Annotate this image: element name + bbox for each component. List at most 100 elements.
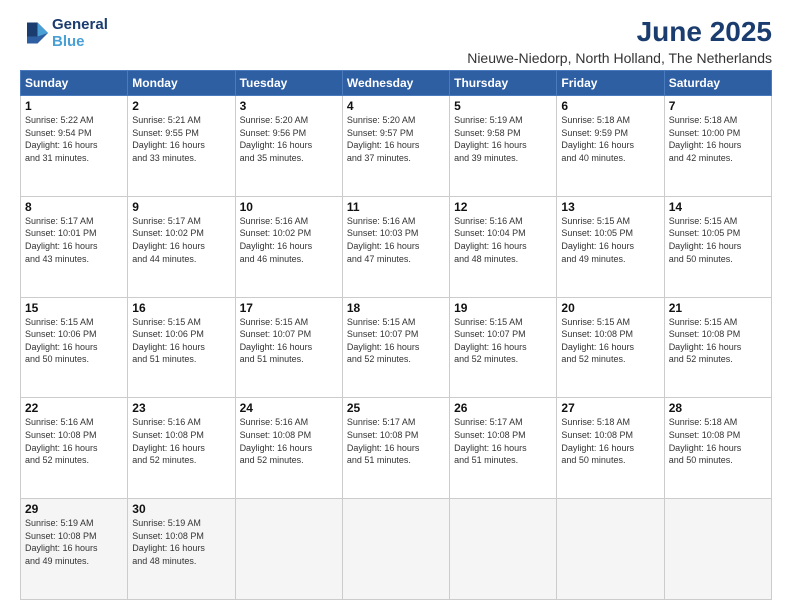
day-detail: Sunrise: 5:15 AM Sunset: 10:08 PM Daylig… xyxy=(669,316,767,366)
day-number: 5 xyxy=(454,99,552,113)
day-number: 3 xyxy=(240,99,338,113)
calendar-week-row: 29Sunrise: 5:19 AM Sunset: 10:08 PM Dayl… xyxy=(21,499,772,600)
day-detail: Sunrise: 5:16 AM Sunset: 10:03 PM Daylig… xyxy=(347,215,445,265)
day-detail: Sunrise: 5:16 AM Sunset: 10:08 PM Daylig… xyxy=(25,416,123,466)
day-detail: Sunrise: 5:15 AM Sunset: 10:05 PM Daylig… xyxy=(669,215,767,265)
day-number: 23 xyxy=(132,401,230,415)
calendar-cell: 16Sunrise: 5:15 AM Sunset: 10:06 PM Dayl… xyxy=(128,297,235,398)
subtitle: Nieuwe-Niedorp, North Holland, The Nethe… xyxy=(467,50,772,66)
calendar-cell: 3Sunrise: 5:20 AM Sunset: 9:56 PM Daylig… xyxy=(235,96,342,197)
day-number: 19 xyxy=(454,301,552,315)
day-detail: Sunrise: 5:19 AM Sunset: 10:08 PM Daylig… xyxy=(25,517,123,567)
day-detail: Sunrise: 5:18 AM Sunset: 9:59 PM Dayligh… xyxy=(561,114,659,164)
day-number: 7 xyxy=(669,99,767,113)
calendar-cell: 18Sunrise: 5:15 AM Sunset: 10:07 PM Dayl… xyxy=(342,297,449,398)
calendar-cell: 21Sunrise: 5:15 AM Sunset: 10:08 PM Dayl… xyxy=(664,297,771,398)
day-number: 15 xyxy=(25,301,123,315)
day-detail: Sunrise: 5:16 AM Sunset: 10:08 PM Daylig… xyxy=(132,416,230,466)
calendar-cell: 26Sunrise: 5:17 AM Sunset: 10:08 PM Dayl… xyxy=(450,398,557,499)
day-detail: Sunrise: 5:17 AM Sunset: 10:01 PM Daylig… xyxy=(25,215,123,265)
calendar-cell: 5Sunrise: 5:19 AM Sunset: 9:58 PM Daylig… xyxy=(450,96,557,197)
calendar-cell: 27Sunrise: 5:18 AM Sunset: 10:08 PM Dayl… xyxy=(557,398,664,499)
day-detail: Sunrise: 5:15 AM Sunset: 10:05 PM Daylig… xyxy=(561,215,659,265)
day-number: 4 xyxy=(347,99,445,113)
day-number: 2 xyxy=(132,99,230,113)
day-detail: Sunrise: 5:18 AM Sunset: 10:00 PM Daylig… xyxy=(669,114,767,164)
day-detail: Sunrise: 5:15 AM Sunset: 10:07 PM Daylig… xyxy=(454,316,552,366)
title-block: June 2025 Nieuwe-Niedorp, North Holland,… xyxy=(467,16,772,66)
day-number: 17 xyxy=(240,301,338,315)
calendar-cell: 29Sunrise: 5:19 AM Sunset: 10:08 PM Dayl… xyxy=(21,499,128,600)
day-detail: Sunrise: 5:19 AM Sunset: 10:08 PM Daylig… xyxy=(132,517,230,567)
calendar-cell xyxy=(557,499,664,600)
calendar-week-row: 8Sunrise: 5:17 AM Sunset: 10:01 PM Dayli… xyxy=(21,196,772,297)
day-number: 27 xyxy=(561,401,659,415)
calendar-cell xyxy=(664,499,771,600)
day-number: 9 xyxy=(132,200,230,214)
day-detail: Sunrise: 5:15 AM Sunset: 10:07 PM Daylig… xyxy=(347,316,445,366)
calendar-cell: 24Sunrise: 5:16 AM Sunset: 10:08 PM Dayl… xyxy=(235,398,342,499)
calendar-cell: 13Sunrise: 5:15 AM Sunset: 10:05 PM Dayl… xyxy=(557,196,664,297)
day-number: 16 xyxy=(132,301,230,315)
day-detail: Sunrise: 5:20 AM Sunset: 9:56 PM Dayligh… xyxy=(240,114,338,164)
day-detail: Sunrise: 5:22 AM Sunset: 9:54 PM Dayligh… xyxy=(25,114,123,164)
calendar-cell: 14Sunrise: 5:15 AM Sunset: 10:05 PM Dayl… xyxy=(664,196,771,297)
day-detail: Sunrise: 5:18 AM Sunset: 10:08 PM Daylig… xyxy=(669,416,767,466)
calendar-cell: 11Sunrise: 5:16 AM Sunset: 10:03 PM Dayl… xyxy=(342,196,449,297)
calendar-cell: 22Sunrise: 5:16 AM Sunset: 10:08 PM Dayl… xyxy=(21,398,128,499)
calendar-cell: 15Sunrise: 5:15 AM Sunset: 10:06 PM Dayl… xyxy=(21,297,128,398)
calendar-cell: 9Sunrise: 5:17 AM Sunset: 10:02 PM Dayli… xyxy=(128,196,235,297)
logo-line1: General xyxy=(52,16,108,33)
weekday-header: Friday xyxy=(557,71,664,96)
weekday-header: Saturday xyxy=(664,71,771,96)
calendar-cell: 12Sunrise: 5:16 AM Sunset: 10:04 PM Dayl… xyxy=(450,196,557,297)
calendar-week-row: 15 Sunrise: 5:15 AM Sunset: 10:06 PM Dayl… xyxy=(21,297,772,398)
day-number: 8 xyxy=(25,200,123,214)
logo-line2: Blue xyxy=(52,33,85,50)
day-number: 24 xyxy=(240,401,338,415)
day-number: 26 xyxy=(454,401,552,415)
calendar-header-row: SundayMondayTuesdayWednesdayThursdayFrid… xyxy=(21,71,772,96)
day-number: 6 xyxy=(561,99,659,113)
day-number: 29 xyxy=(25,502,123,516)
calendar-cell: 20Sunrise: 5:15 AM Sunset: 10:08 PM Dayl… xyxy=(557,297,664,398)
calendar-cell: 6Sunrise: 5:18 AM Sunset: 9:59 PM Daylig… xyxy=(557,96,664,197)
calendar-cell: 30Sunrise: 5:19 AM Sunset: 10:08 PM Dayl… xyxy=(128,499,235,600)
day-detail: Sunrise: 5:16 AM Sunset: 10:02 PM Daylig… xyxy=(240,215,338,265)
calendar-cell xyxy=(342,499,449,600)
calendar-cell xyxy=(450,499,557,600)
day-detail: Sunrise: 5:15 AM Sunset: 10:07 PM Daylig… xyxy=(240,316,338,366)
calendar-cell: 8Sunrise: 5:17 AM Sunset: 10:01 PM Dayli… xyxy=(21,196,128,297)
day-number: 14 xyxy=(669,200,767,214)
weekday-header: Wednesday xyxy=(342,71,449,96)
day-number: 18 xyxy=(347,301,445,315)
calendar-week-row: 22Sunrise: 5:16 AM Sunset: 10:08 PM Dayl… xyxy=(21,398,772,499)
day-number: 22 xyxy=(25,401,123,415)
calendar-cell: 28Sunrise: 5:18 AM Sunset: 10:08 PM Dayl… xyxy=(664,398,771,499)
weekday-header: Monday xyxy=(128,71,235,96)
weekday-header: Thursday xyxy=(450,71,557,96)
day-detail: Sunrise: 5:20 AM Sunset: 9:57 PM Dayligh… xyxy=(347,114,445,164)
calendar-week-row: 1Sunrise: 5:22 AM Sunset: 9:54 PM Daylig… xyxy=(21,96,772,197)
weekday-header: Tuesday xyxy=(235,71,342,96)
calendar-cell: 25Sunrise: 5:17 AM Sunset: 10:08 PM Dayl… xyxy=(342,398,449,499)
day-number: 1 xyxy=(25,99,123,113)
day-number: 13 xyxy=(561,200,659,214)
calendar-cell: 1Sunrise: 5:22 AM Sunset: 9:54 PM Daylig… xyxy=(21,96,128,197)
day-number: 30 xyxy=(132,502,230,516)
header: General Blue June 2025 Nieuwe-Niedorp, N… xyxy=(20,16,772,66)
day-number: 10 xyxy=(240,200,338,214)
calendar-cell: 17Sunrise: 5:15 AM Sunset: 10:07 PM Dayl… xyxy=(235,297,342,398)
calendar-cell: 23Sunrise: 5:16 AM Sunset: 10:08 PM Dayl… xyxy=(128,398,235,499)
day-number: 12 xyxy=(454,200,552,214)
day-detail: Sunrise: 5:19 AM Sunset: 9:58 PM Dayligh… xyxy=(454,114,552,164)
day-detail: Sunrise: 5:15 AM Sunset: 10:06 PM Daylig… xyxy=(132,316,230,366)
main-title: June 2025 xyxy=(467,16,772,48)
logo: General Blue xyxy=(20,16,108,51)
day-number: 21 xyxy=(669,301,767,315)
day-number: 25 xyxy=(347,401,445,415)
day-number: 20 xyxy=(561,301,659,315)
day-detail: Sunrise: 5:16 AM Sunset: 10:04 PM Daylig… xyxy=(454,215,552,265)
calendar-cell: 19Sunrise: 5:15 AM Sunset: 10:07 PM Dayl… xyxy=(450,297,557,398)
day-detail: Sunrise: 5:17 AM Sunset: 10:08 PM Daylig… xyxy=(454,416,552,466)
